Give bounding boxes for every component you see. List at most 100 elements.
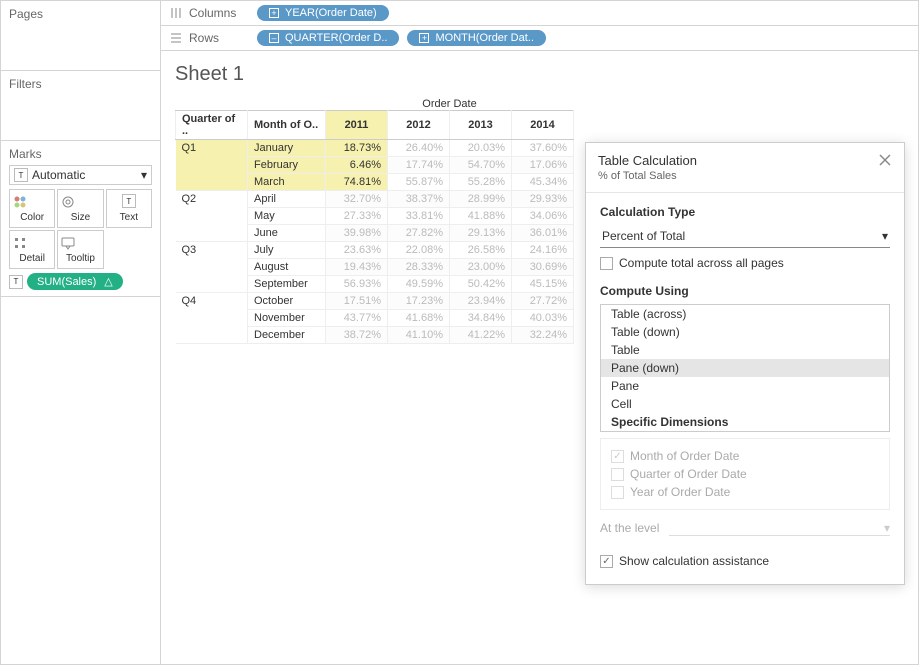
value-cell[interactable]: 34.06% (512, 208, 574, 225)
close-icon (878, 153, 892, 167)
month-cell[interactable]: January (248, 140, 326, 157)
pages-shelf[interactable]: Pages (1, 1, 160, 71)
tooltip-button[interactable]: Tooltip (57, 230, 103, 269)
column-pill-year[interactable]: + YEAR(Order Date) (257, 5, 389, 21)
calc-type-dropdown[interactable]: Percent of Total ▾ (600, 225, 890, 248)
month-cell[interactable]: July (248, 242, 326, 259)
value-cell[interactable]: 27.72% (512, 293, 574, 310)
month-cell[interactable]: April (248, 191, 326, 208)
value-cell[interactable]: 23.94% (450, 293, 512, 310)
value-cell[interactable]: 33.81% (388, 208, 450, 225)
value-cell[interactable]: 41.88% (450, 208, 512, 225)
value-cell[interactable]: 45.15% (512, 276, 574, 293)
value-cell[interactable]: 29.13% (450, 225, 512, 242)
value-cell[interactable]: 30.69% (512, 259, 574, 276)
value-cell[interactable]: 37.60% (512, 140, 574, 157)
value-cell[interactable]: 27.82% (388, 225, 450, 242)
month-cell[interactable]: May (248, 208, 326, 225)
value-cell[interactable]: 23.63% (326, 242, 388, 259)
value-cell[interactable]: 74.81% (326, 174, 388, 191)
sheet-title[interactable]: Sheet 1 (175, 63, 904, 86)
year-header[interactable]: 2014 (512, 111, 574, 140)
value-cell[interactable]: 19.43% (326, 259, 388, 276)
value-cell[interactable]: 41.68% (388, 310, 450, 327)
value-cell[interactable]: 39.98% (326, 225, 388, 242)
filters-label: Filters (9, 77, 152, 91)
value-cell[interactable]: 55.28% (450, 174, 512, 191)
value-cell[interactable]: 23.00% (450, 259, 512, 276)
size-icon (60, 194, 100, 210)
value-cell[interactable]: 17.51% (326, 293, 388, 310)
year-header[interactable]: 2012 (388, 111, 450, 140)
year-header[interactable]: 2011 (326, 111, 388, 140)
mark-type-dropdown[interactable]: T Automatic ▾ (9, 165, 152, 185)
month-cell[interactable]: September (248, 276, 326, 293)
value-cell[interactable]: 49.59% (388, 276, 450, 293)
value-cell[interactable]: 20.03% (450, 140, 512, 157)
value-cell[interactable]: 54.70% (450, 157, 512, 174)
value-cell[interactable]: 50.42% (450, 276, 512, 293)
color-button[interactable]: Color (9, 189, 55, 228)
row-pill-quarter[interactable]: – QUARTER(Order D.. (257, 30, 399, 46)
show-assistance-checkbox[interactable] (600, 555, 613, 568)
value-cell[interactable]: 24.16% (512, 242, 574, 259)
dimension-label: Year of Order Date (630, 485, 730, 499)
value-cell[interactable]: 40.03% (512, 310, 574, 327)
month-cell[interactable]: June (248, 225, 326, 242)
value-cell[interactable]: 43.77% (326, 310, 388, 327)
compute-option[interactable]: Table (down) (601, 323, 889, 341)
value-cell[interactable]: 26.58% (450, 242, 512, 259)
month-cell[interactable]: August (248, 259, 326, 276)
value-cell[interactable]: 29.93% (512, 191, 574, 208)
columns-shelf[interactable]: Columns + YEAR(Order Date) (161, 1, 918, 26)
value-cell[interactable]: 55.87% (388, 174, 450, 191)
value-cell[interactable]: 17.06% (512, 157, 574, 174)
compute-total-checkbox[interactable] (600, 257, 613, 270)
row-pill-month[interactable]: + MONTH(Order Dat.. (407, 30, 545, 46)
quarter-cell[interactable]: Q1 (176, 140, 248, 191)
month-cell[interactable]: March (248, 174, 326, 191)
value-cell[interactable]: 22.08% (388, 242, 450, 259)
value-cell[interactable]: 56.93% (326, 276, 388, 293)
month-cell[interactable]: February (248, 157, 326, 174)
compute-option[interactable]: Cell (601, 395, 889, 413)
compute-option[interactable]: Table (601, 341, 889, 359)
table-calculation-dialog: Table Calculation % of Total Sales Calcu… (585, 142, 905, 585)
value-cell[interactable]: 45.34% (512, 174, 574, 191)
quarter-cell[interactable]: Q4 (176, 293, 248, 344)
text-button[interactable]: T Text (106, 189, 152, 228)
value-cell[interactable]: 32.70% (326, 191, 388, 208)
value-cell[interactable]: 34.84% (450, 310, 512, 327)
close-button[interactable] (878, 153, 892, 167)
value-cell[interactable]: 26.40% (388, 140, 450, 157)
compute-option[interactable]: Specific Dimensions (601, 413, 889, 431)
value-cell[interactable]: 6.46% (326, 157, 388, 174)
compute-option[interactable]: Pane (601, 377, 889, 395)
value-cell[interactable]: 41.22% (450, 327, 512, 344)
value-cell[interactable]: 27.33% (326, 208, 388, 225)
month-cell[interactable]: December (248, 327, 326, 344)
filters-shelf[interactable]: Filters (1, 71, 160, 141)
measure-pill[interactable]: SUM(Sales) △ (27, 273, 123, 290)
compute-option[interactable]: Table (across) (601, 305, 889, 323)
value-cell[interactable]: 41.10% (388, 327, 450, 344)
month-cell[interactable]: October (248, 293, 326, 310)
year-header[interactable]: 2013 (450, 111, 512, 140)
value-cell[interactable]: 38.72% (326, 327, 388, 344)
value-cell[interactable]: 28.33% (388, 259, 450, 276)
compute-option[interactable]: Pane (down) (601, 359, 889, 377)
label-icon: T (109, 194, 149, 210)
size-button[interactable]: Size (57, 189, 103, 228)
value-cell[interactable]: 38.37% (388, 191, 450, 208)
value-cell[interactable]: 17.23% (388, 293, 450, 310)
month-cell[interactable]: November (248, 310, 326, 327)
quarter-cell[interactable]: Q2 (176, 191, 248, 242)
value-cell[interactable]: 18.73% (326, 140, 388, 157)
quarter-cell[interactable]: Q3 (176, 242, 248, 293)
value-cell[interactable]: 36.01% (512, 225, 574, 242)
value-cell[interactable]: 28.99% (450, 191, 512, 208)
value-cell[interactable]: 17.74% (388, 157, 450, 174)
rows-shelf[interactable]: Rows – QUARTER(Order D.. + MONTH(Order D… (161, 26, 918, 51)
detail-button[interactable]: Detail (9, 230, 55, 269)
value-cell[interactable]: 32.24% (512, 327, 574, 344)
